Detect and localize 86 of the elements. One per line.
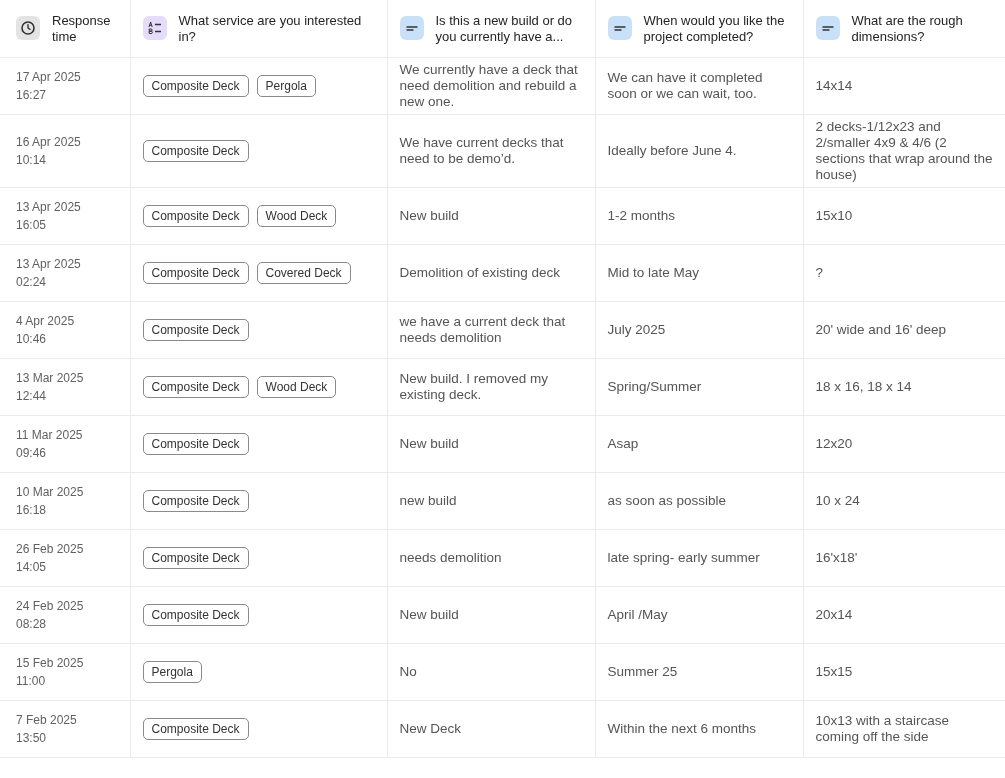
table-cell-text: Asap (607, 435, 640, 453)
table-cell-text: New build (399, 207, 460, 225)
service-tag: Wood Deck (256, 376, 337, 398)
service-tag: Composite Deck (142, 319, 249, 341)
clock-icon (16, 15, 40, 40)
response-date: 7 Feb 2025 (16, 712, 78, 729)
response-date: 26 Feb 2025 (16, 541, 85, 558)
response-time: 11:00 (16, 673, 47, 690)
table-cell-text: We have current decks that need to be demo’d. (399, 134, 565, 168)
table-cell-text: No (399, 663, 418, 681)
table-cell-text: 2 decks-1/12x23 and 2/smaller 4x9 & 4/6 (2 sections that wrap around the house) (815, 118, 993, 184)
response-time: 13:50 (16, 730, 48, 747)
response-date: 10 Mar 2025 (16, 484, 85, 501)
service-tag: Composite Deck (142, 262, 249, 284)
table-cell-text: 20' wide and 16' deep (815, 321, 947, 339)
table-cell-text: 14x14 (815, 77, 854, 95)
table-cell-text: 10x13 with a staircase coming off the side (815, 712, 951, 746)
table-cell-text: ? (815, 264, 824, 282)
table-cell-text: 20x14 (815, 606, 854, 624)
response-time: 16:05 (16, 217, 48, 234)
table-cell-text: July 2025 (607, 321, 667, 339)
text-lines-icon (607, 15, 632, 40)
service-tag: Wood Deck (256, 205, 337, 227)
service-tag: Composite Deck (142, 490, 249, 512)
response-date: 24 Feb 2025 (16, 598, 85, 615)
service-tag: Composite Deck (142, 75, 249, 97)
response-date: 11 Mar 2025 (16, 427, 84, 444)
table-cell-text: new build (399, 492, 458, 510)
service-tag: Pergola (256, 75, 316, 97)
response-date: 13 Mar 2025 (16, 370, 85, 387)
table-cell-text: April /May (607, 606, 669, 624)
response-date: 13 Apr 2025 (16, 199, 82, 216)
table-cell-text: We currently have a deck that need demolition and rebuild a new one. (399, 61, 579, 111)
service-tag: Composite Deck (142, 604, 249, 626)
column-header: Is this a new build or do you currently have a... (435, 12, 574, 45)
table-cell-text: we have a current deck that needs demolition (399, 313, 567, 347)
table-cell-text: New build. I removed my existing deck. (399, 370, 550, 404)
table-cell-text: 18 x 16, 18 x 14 (815, 378, 913, 396)
response-date: 13 Apr 2025 (16, 256, 82, 273)
response-time: 02:24 (16, 274, 48, 291)
column-header: When would you like the project completed? (643, 12, 786, 45)
response-time: 09:46 (16, 445, 48, 462)
column-header: Response time (52, 12, 112, 45)
text-lines-icon (399, 15, 424, 40)
table-cell-text: Spring/Summer (607, 378, 703, 396)
service-tag: Composite Deck (142, 140, 249, 162)
table-cell-text: 12x20 (815, 435, 854, 453)
response-date: 4 Apr 2025 (16, 313, 76, 330)
service-tag: Pergola (142, 661, 202, 683)
table-cell-text: 16'x18' (815, 549, 859, 567)
table-cell-text: New build (399, 606, 460, 624)
table-cell-text: late spring- early summer (607, 549, 761, 567)
column-header: What service are you interested in? (178, 12, 363, 45)
table-cell-text: Within the next 6 months (607, 720, 758, 738)
response-time: 10:14 (16, 152, 48, 169)
table-cell-text: Summer 25 (607, 663, 679, 681)
table-cell-text: New build (399, 435, 460, 453)
service-tag: Covered Deck (256, 262, 351, 284)
response-time: 14:05 (16, 559, 48, 576)
table-cell-text: 1-2 months (607, 207, 677, 225)
service-tag: Composite Deck (142, 718, 249, 740)
table-cell-text: 15x15 (815, 663, 854, 681)
table-cell-text: 15x10 (815, 207, 854, 225)
table-cell-text: We can have it completed soon or we can wait, too. (607, 69, 764, 103)
table-cell-text: Demolition of existing deck (399, 264, 562, 282)
response-date: 16 Apr 2025 (16, 134, 82, 151)
response-time: 10:46 (16, 331, 48, 348)
response-time: 08:28 (16, 616, 48, 633)
table-cell-text: Ideally before June 4. (607, 142, 738, 160)
response-date: 15 Feb 2025 (16, 655, 85, 672)
table-cell-text: New Deck (399, 720, 462, 738)
text-lines-icon (815, 15, 840, 40)
service-tag: Composite Deck (142, 547, 249, 569)
response-time: 16:18 (16, 502, 48, 519)
service-tag: Composite Deck (142, 205, 249, 227)
table-cell-text: as soon as possible (607, 492, 728, 510)
service-tag: Composite Deck (142, 433, 249, 455)
column-header: What are the rough dimensions? (851, 12, 964, 45)
table-cell-text: Mid to late May (607, 264, 701, 282)
service-tag: Composite Deck (142, 376, 249, 398)
response-time: 12:44 (16, 388, 48, 405)
response-time: 16:27 (16, 87, 48, 104)
table-cell-text: needs demolition (399, 549, 503, 567)
table-cell-text: 10 x 24 (815, 492, 861, 510)
response-date: 17 Apr 2025 (16, 69, 82, 86)
choice-list-icon (142, 15, 167, 40)
